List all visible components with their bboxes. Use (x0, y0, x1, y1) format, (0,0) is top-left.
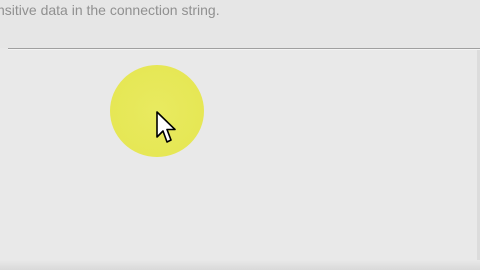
bottom-edge-shade (0, 260, 480, 270)
arrow-cursor-icon (156, 111, 176, 143)
dialog-content-area (0, 50, 480, 270)
dialog-header-area: nsitive data in the connection string. (0, 0, 480, 48)
connection-string-caption: nsitive data in the connection string. (0, 2, 220, 18)
